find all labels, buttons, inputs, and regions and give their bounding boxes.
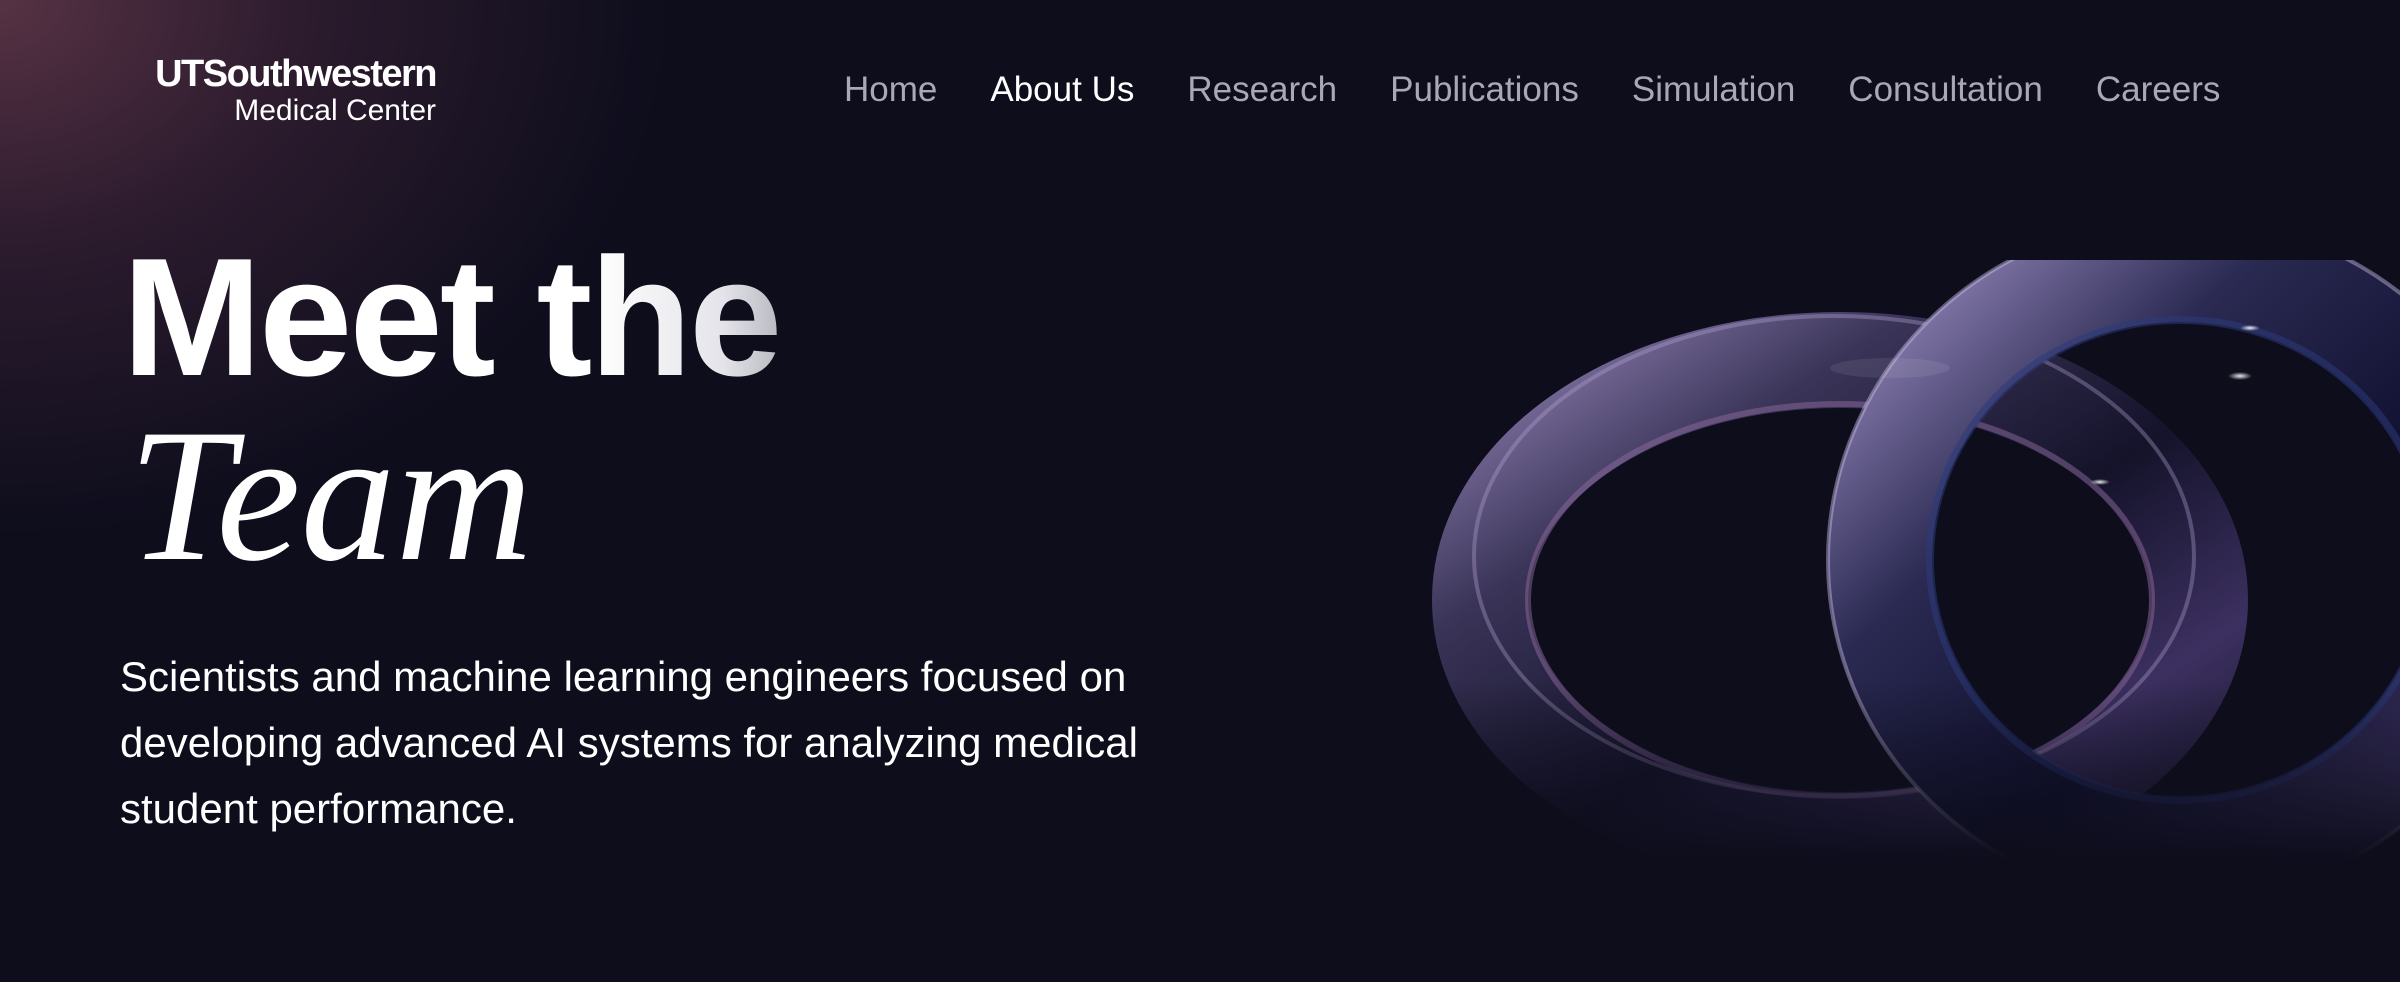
hero-title-line1: Meet the bbox=[122, 223, 782, 411]
page: UTSouthwestern Medical Center Home About… bbox=[0, 0, 2400, 982]
hero-title-line2: Team bbox=[128, 391, 533, 601]
bottom-fade bbox=[1420, 680, 2400, 860]
nav-item-simulation[interactable]: Simulation bbox=[1632, 66, 1795, 114]
nav-item-home[interactable]: Home bbox=[844, 66, 937, 114]
hero-rings-illustration bbox=[1420, 260, 2400, 860]
logo-wordmark: UTSouthwestern bbox=[155, 53, 437, 95]
highlight bbox=[2090, 479, 2110, 485]
highlight bbox=[2228, 372, 2252, 380]
logo-subtitle: Medical Center bbox=[234, 94, 436, 127]
nav-item-research[interactable]: Research bbox=[1187, 66, 1337, 114]
nav-item-careers[interactable]: Careers bbox=[2096, 66, 2220, 114]
nav-item-consultation[interactable]: Consultation bbox=[1848, 66, 2043, 114]
main-nav: Home About Us Research Publications Simu… bbox=[844, 66, 2220, 114]
nav-item-publications[interactable]: Publications bbox=[1390, 66, 1579, 114]
hero-description: Scientists and machine learning engineer… bbox=[120, 653, 1138, 832]
highlight bbox=[1830, 358, 1950, 378]
interlocking-rings-graphic bbox=[1420, 260, 2400, 860]
brand-logo[interactable]: UTSouthwestern Medical Center bbox=[100, 53, 437, 128]
highlight bbox=[2240, 325, 2260, 331]
nav-item-about-us[interactable]: About Us bbox=[990, 66, 1134, 114]
